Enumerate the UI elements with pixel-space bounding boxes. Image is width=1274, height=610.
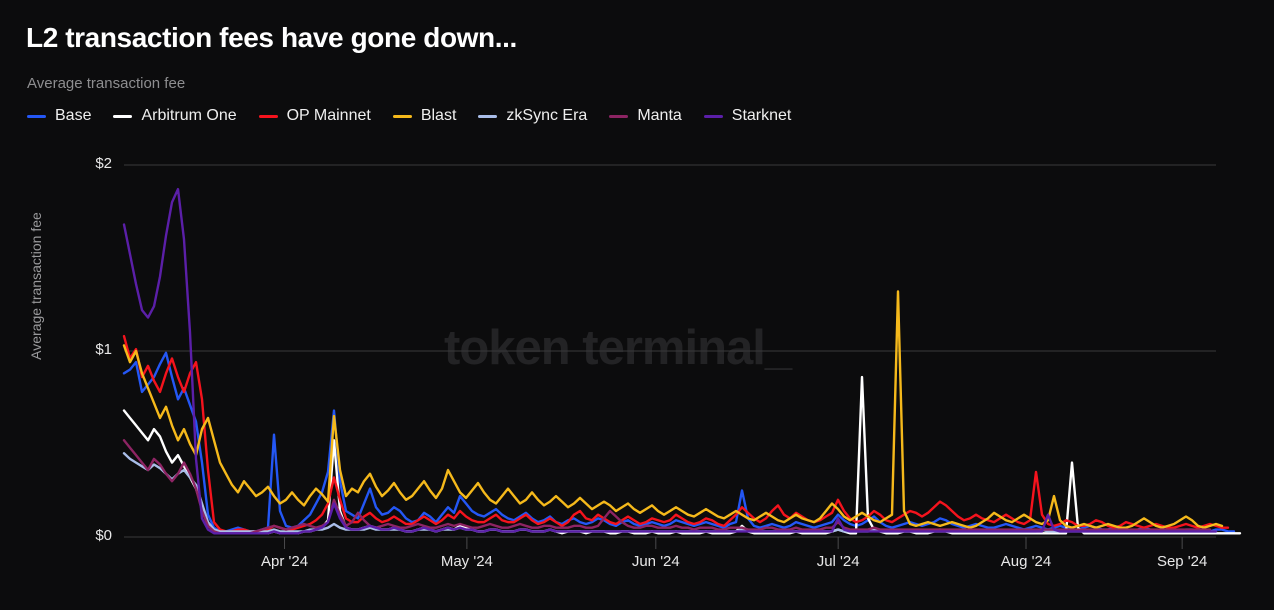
chart-page: L2 transaction fees have gone down... Av… — [0, 0, 1274, 610]
x-axis-tick-label: Sep '24 — [1122, 553, 1242, 570]
y-axis-tick-label: $0 — [62, 527, 112, 544]
x-axis-tick-label: Apr '24 — [225, 553, 345, 570]
x-axis-tick-label: May '24 — [407, 553, 527, 570]
series-line-op-mainnet — [124, 336, 1228, 531]
y-axis-tick-label: $2 — [62, 155, 112, 172]
x-axis-tick-label: Aug '24 — [966, 553, 1086, 570]
x-axis-tick-label: Jun '24 — [596, 553, 716, 570]
x-axis-tick-label: Jul '24 — [778, 553, 898, 570]
line-chart — [0, 0, 1274, 610]
y-axis-tick-label: $1 — [62, 341, 112, 358]
series-line-blast — [124, 291, 1222, 527]
series-line-starknet — [124, 189, 1216, 533]
